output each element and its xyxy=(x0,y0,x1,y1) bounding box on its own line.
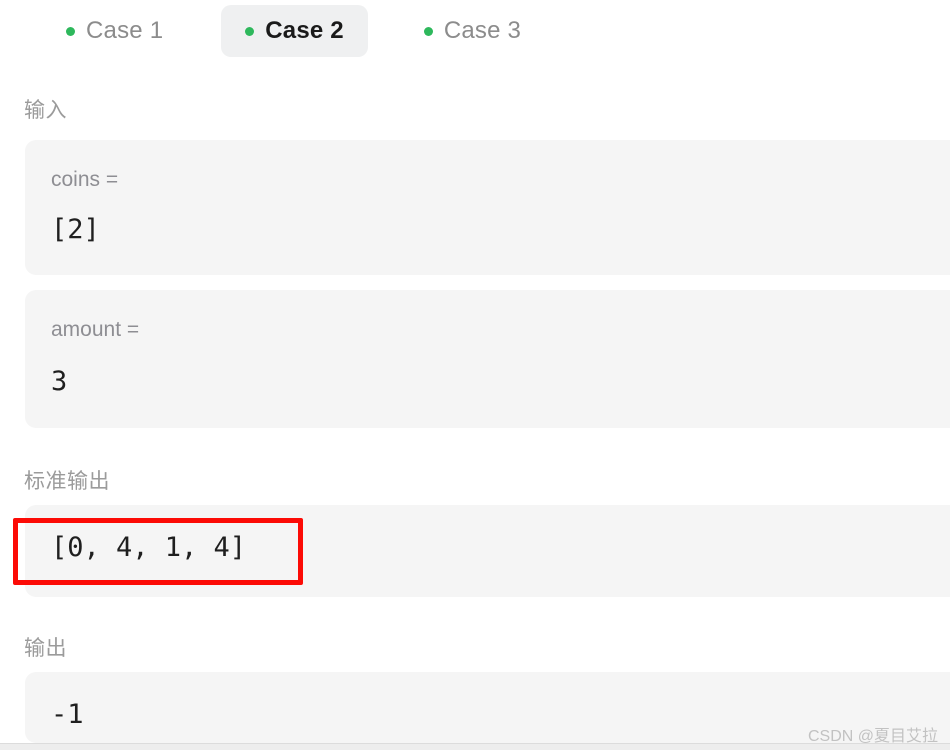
stdout-value: [0, 4, 1, 4] xyxy=(51,532,247,563)
stdout-panel: [0, 4, 1, 4] xyxy=(25,505,950,597)
input-field-coins: coins = [2] xyxy=(25,140,950,275)
testcase-panel: Case 1 Case 2 Case 3 输入 coins = [2] amou… xyxy=(0,0,950,750)
tab-case-3-label: Case 3 xyxy=(443,17,522,44)
tab-case-1[interactable]: Case 1 xyxy=(42,5,187,57)
input-section-label: 输入 xyxy=(24,99,67,122)
status-dot-icon xyxy=(66,26,75,36)
tab-case-2-label: Case 2 xyxy=(265,17,344,44)
stdout-section-label: 标准输出 xyxy=(24,470,110,493)
input-field-amount-key: amount = xyxy=(51,318,140,341)
output-value: -1 xyxy=(51,699,84,730)
output-section-label: 输出 xyxy=(24,637,67,660)
status-dot-icon xyxy=(245,26,255,36)
input-field-coins-value: [2] xyxy=(51,214,100,245)
tab-case-3[interactable]: Case 3 xyxy=(400,5,545,57)
csdn-watermark: CSDN @夏目艾拉 xyxy=(807,728,938,745)
input-field-coins-key: coins = xyxy=(51,168,119,191)
input-field-amount: amount = 3 xyxy=(25,290,950,428)
case-tab-bar: Case 1 Case 2 Case 3 xyxy=(0,0,950,62)
input-field-amount-value: 3 xyxy=(51,366,68,397)
status-dot-icon xyxy=(423,26,433,36)
tab-case-2[interactable]: Case 2 xyxy=(221,5,368,57)
tab-case-1-label: Case 1 xyxy=(86,17,164,44)
